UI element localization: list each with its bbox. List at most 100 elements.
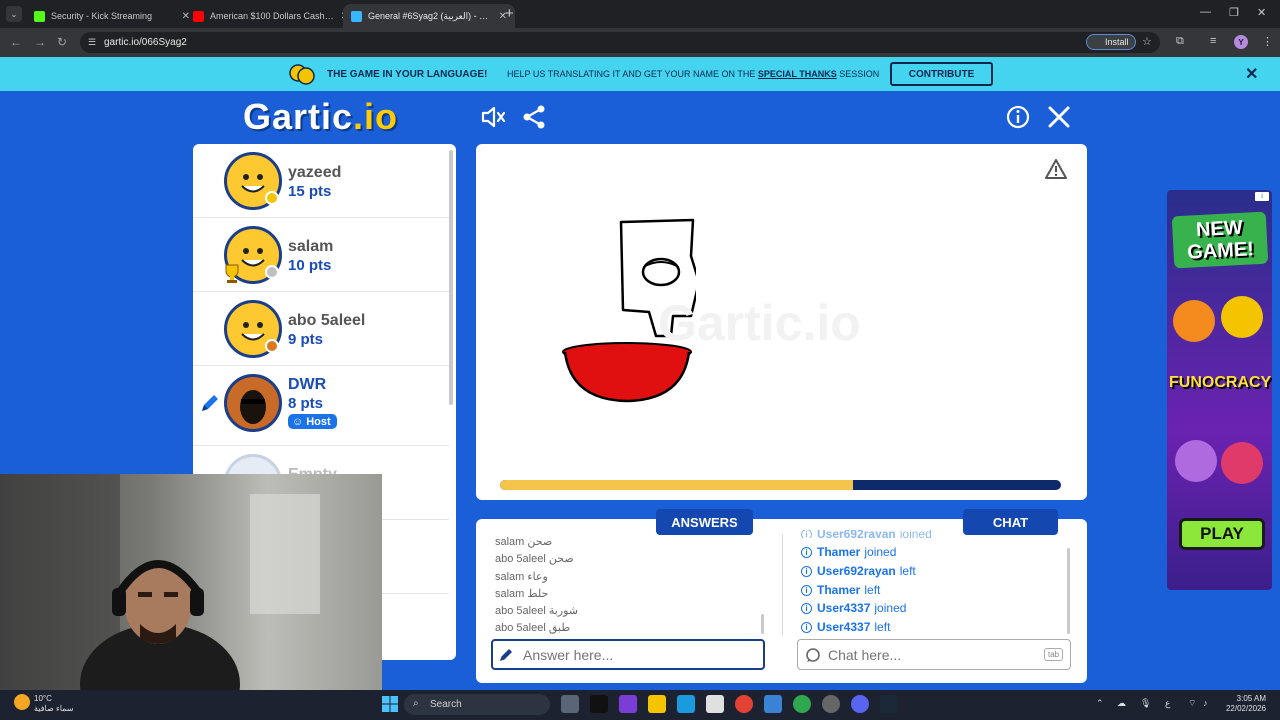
player-row[interactable]: abo 5aleel 9 pts: [193, 292, 449, 366]
install-app-button[interactable]: Install: [1086, 34, 1136, 50]
browser-tab-3[interactable]: General #6Syag2 (العربية) - Gar ✕: [343, 4, 515, 28]
app-icon[interactable]: [764, 695, 782, 713]
panel-divider: [782, 534, 783, 636]
browser-tab-1[interactable]: Security - Kick Streaming ✕: [26, 4, 198, 28]
microphone-icon[interactable]: 🎙: [1140, 698, 1151, 709]
close-window-icon[interactable]: ✕: [1257, 6, 1266, 19]
minimize-icon[interactable]: —: [1200, 6, 1211, 18]
discord-icon[interactable]: [851, 695, 869, 713]
answer-item: salam حلط: [495, 587, 548, 600]
profile-avatar[interactable]: Y: [1234, 35, 1248, 49]
ad-play-button[interactable]: PLAY: [1179, 518, 1265, 550]
share-icon[interactable]: [521, 104, 547, 130]
clock-time: 3:05 AM: [1236, 694, 1266, 703]
tray-overflow-icon[interactable]: ⌃: [1096, 698, 1104, 709]
reading-list-icon[interactable]: ≡: [1210, 35, 1216, 47]
player-row[interactable]: salam 10 pts: [193, 218, 449, 292]
answers-scrollbar[interactable]: [761, 614, 764, 634]
tray-app-icon[interactable]: ☁: [1117, 698, 1126, 709]
avatar: [224, 374, 282, 432]
windows-taskbar: [0, 690, 1280, 720]
answer-item: abo 5aleel طبق: [495, 621, 570, 634]
answer-item: salam وعاء: [495, 570, 548, 583]
logo-suffix: .io: [353, 96, 399, 137]
ad-choices-icon[interactable]: i: [1255, 192, 1269, 201]
answer-input[interactable]: [491, 639, 765, 670]
close-banner-icon[interactable]: ✕: [1245, 64, 1258, 84]
drawing-canvas[interactable]: Gartic.io: [476, 144, 1087, 500]
tab-answers[interactable]: ANSWERS: [656, 509, 753, 535]
input-language[interactable]: ع: [1165, 698, 1170, 709]
tiktok-icon[interactable]: [590, 695, 608, 713]
info-icon: i: [801, 621, 812, 633]
weather-icon[interactable]: [14, 694, 30, 710]
answer-text: حلط: [527, 588, 549, 600]
taskbar-clock[interactable]: 3:05 AM 22/02/2026: [1222, 694, 1266, 714]
weather-widget[interactable]: 10°C سماء صافية: [34, 694, 74, 714]
network-icon[interactable]: ⌔: [1188, 698, 1196, 709]
player-name: abo 5aleel: [288, 312, 366, 329]
back-icon[interactable]: ←: [10, 35, 22, 49]
chrome-icon[interactable]: [735, 695, 753, 713]
special-thanks-link[interactable]: SPECIAL THANKS: [758, 69, 837, 79]
chat-bubble-icon: [806, 648, 820, 662]
advertisement[interactable]: i NEW GAME! FUNOCRACY PLAY: [1167, 190, 1272, 590]
app-icon[interactable]: [793, 695, 811, 713]
rank-badge: [265, 265, 279, 279]
ad-thumbs-up-icon: [1173, 300, 1215, 342]
report-warning-icon[interactable]: [1044, 158, 1068, 180]
taskbar-search[interactable]: ⌕ Search: [404, 694, 550, 715]
chat-input[interactable]: [797, 639, 1071, 670]
chat-item: i Thamer left: [801, 583, 880, 597]
info-icon[interactable]: [1005, 104, 1031, 130]
tab-search-icon[interactable]: ⌄: [6, 6, 22, 22]
extensions-icon[interactable]: ⧉: [1176, 35, 1184, 48]
file-explorer-icon[interactable]: [648, 695, 666, 713]
chat-item: i Thamer joined: [801, 545, 896, 559]
new-tab-icon[interactable]: +: [505, 5, 514, 22]
bookmark-star-icon[interactable]: ☆: [1142, 35, 1152, 48]
tab-chat[interactable]: CHAT: [963, 509, 1058, 535]
restore-icon[interactable]: ❐: [1229, 6, 1239, 19]
url-field[interactable]: ☰ gartic.io/066Syag2: [80, 32, 1160, 53]
browser-tab-2[interactable]: American $100 Dollars Cash Bi ✕: [185, 4, 357, 28]
player-name: yazeed: [288, 164, 342, 181]
edge-icon[interactable]: [677, 695, 695, 713]
answer-user: abo 5aleel: [495, 605, 546, 617]
answer-user: abo 5aleel: [495, 553, 546, 565]
app-icon[interactable]: [619, 695, 637, 713]
translate-icon: [289, 64, 315, 85]
store-icon[interactable]: [706, 695, 724, 713]
info-icon: i: [801, 546, 812, 558]
volume-icon[interactable]: ♪: [1203, 698, 1208, 708]
banner-headline: THE GAME IN YOUR LANGUAGE!: [327, 69, 488, 80]
app-icon[interactable]: [822, 695, 840, 713]
player-points: 8 pts: [288, 395, 324, 412]
info-icon: i: [801, 584, 812, 596]
chat-item: i User4337 joined: [801, 601, 906, 615]
player-name: DWR: [288, 376, 327, 393]
answer-item: abo 5aleel صحن: [495, 552, 574, 565]
reload-icon[interactable]: ↻: [57, 35, 67, 49]
chat-scrollbar[interactable]: [1067, 548, 1070, 634]
player-list-scrollbar[interactable]: [449, 150, 453, 405]
contribute-button[interactable]: CONTRIBUTE: [890, 62, 993, 86]
forward-icon[interactable]: →: [34, 35, 46, 49]
chat-user: User4337: [817, 601, 871, 615]
steam-icon[interactable]: [880, 695, 898, 713]
exit-game-icon[interactable]: [1046, 104, 1072, 130]
site-info-icon[interactable]: ☰: [88, 37, 98, 47]
answer-user: salam: [495, 571, 525, 583]
round-timer-bar: [500, 480, 1061, 490]
chrome-menu-icon[interactable]: ⋮: [1262, 35, 1273, 48]
answer-text: طبق: [548, 622, 571, 634]
trophy-icon: [225, 264, 239, 283]
player-row[interactable]: DWR 8 pts ☺ Host: [193, 366, 449, 446]
gartic-logo: Gartic.io: [243, 96, 398, 138]
player-row[interactable]: yazeed 15 pts: [193, 144, 449, 218]
mute-sound-icon[interactable]: [480, 104, 506, 130]
task-view-icon[interactable]: [561, 695, 579, 713]
logo-text: Gartic: [243, 96, 354, 137]
windows-start-icon[interactable]: [381, 695, 399, 713]
webcam-overlay: [0, 474, 382, 690]
